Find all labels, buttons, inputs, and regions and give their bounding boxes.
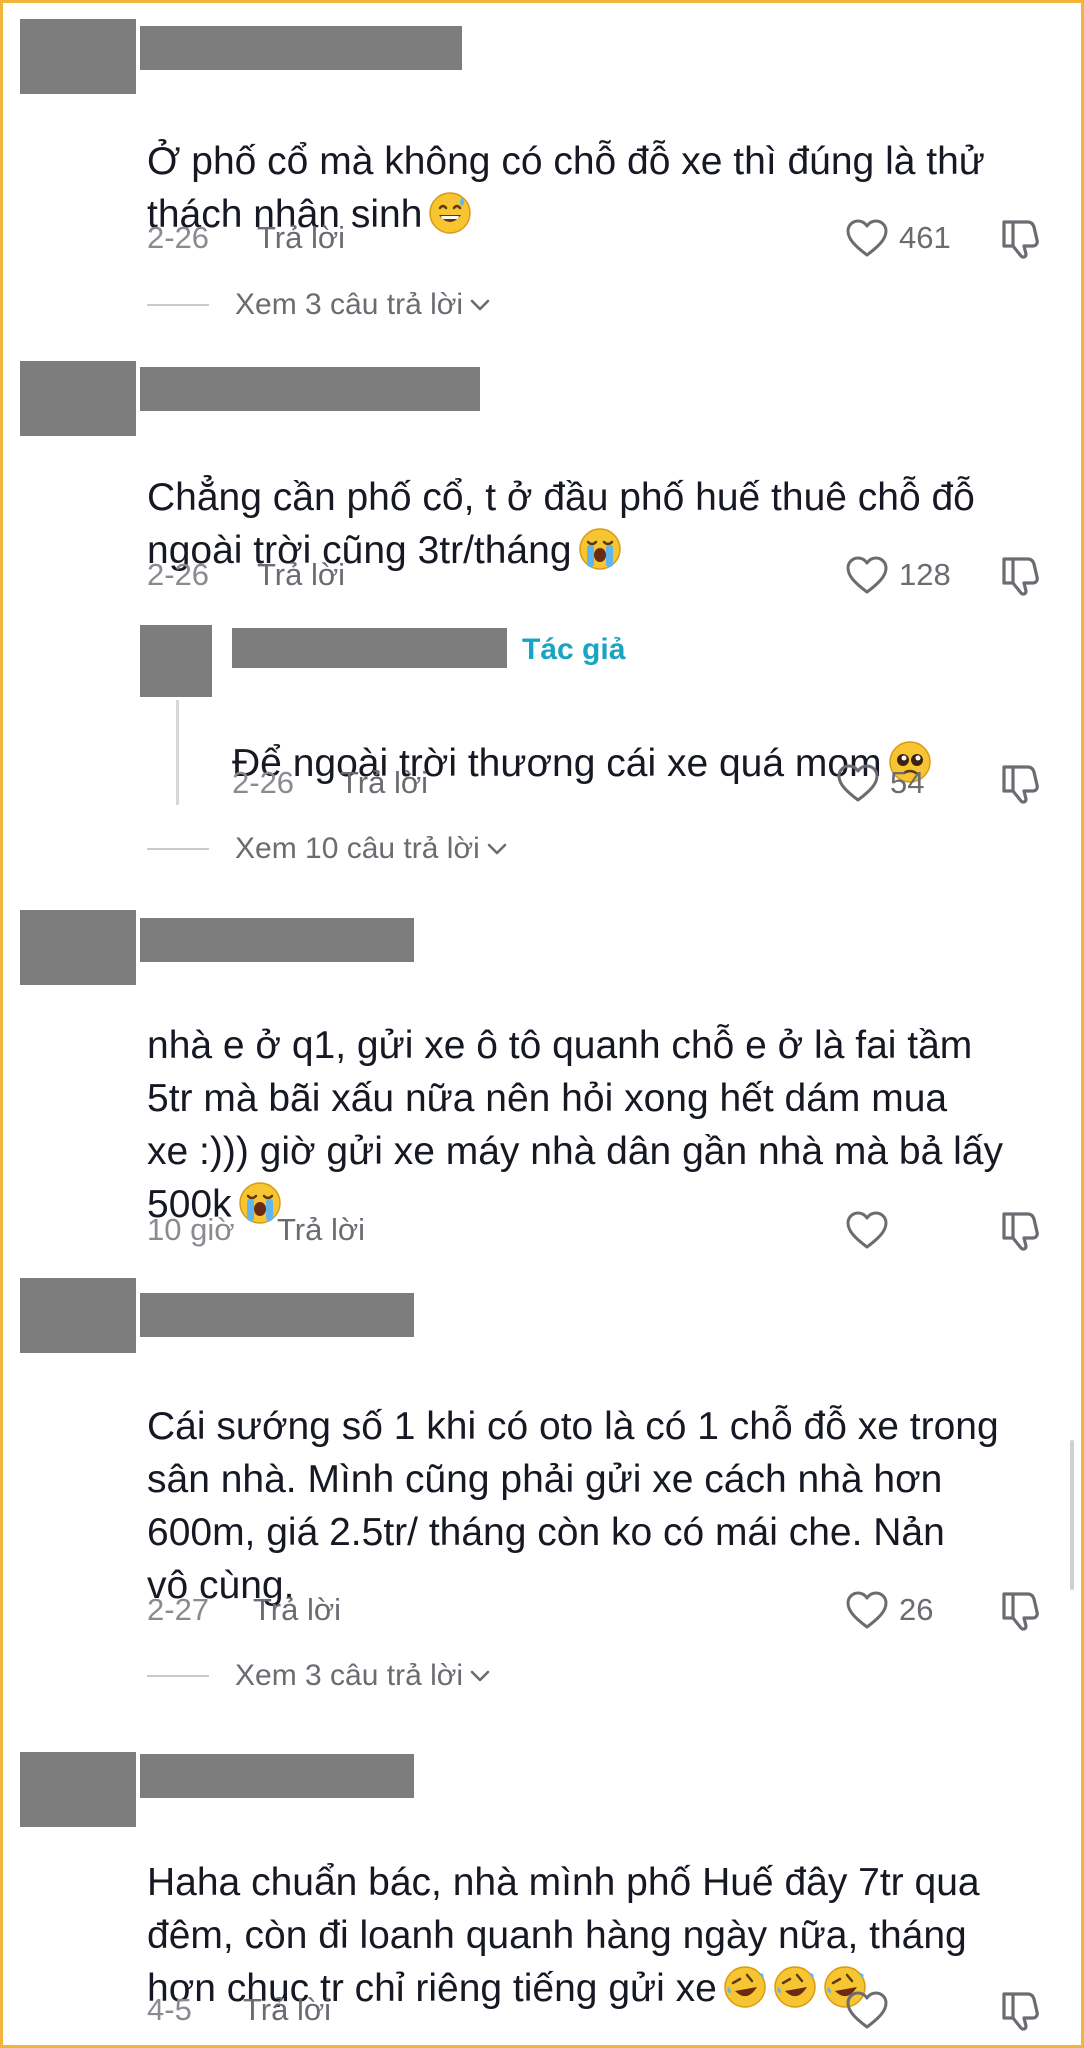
comment-date: 2-26: [147, 220, 210, 255]
thumbs-down-icon[interactable]: [998, 216, 1042, 260]
reply-avatar[interactable]: [140, 625, 212, 697]
avatar[interactable]: [20, 1752, 136, 1827]
reply-date: 2-26: [232, 765, 295, 800]
comment-date: 4-5: [147, 1992, 192, 2027]
username-redacted[interactable]: [140, 26, 462, 70]
chevron-down-icon: [469, 1669, 491, 1683]
comment-date: 2-26: [147, 557, 210, 592]
heart-outline-icon: [845, 218, 889, 258]
divider: [147, 1675, 209, 1677]
divider: [147, 304, 209, 306]
view-replies-label: Xem 10 câu trả lời: [235, 832, 480, 865]
comment-date: 2-27: [147, 1592, 210, 1627]
avatar[interactable]: [20, 19, 136, 94]
thumbs-down-icon[interactable]: [998, 1588, 1042, 1632]
like-count: 461: [899, 220, 951, 255]
view-replies-label: Xem 3 câu trả lời: [235, 1659, 464, 1692]
comment-date: 10 giờ: [147, 1212, 235, 1247]
heart-outline-icon: [845, 1990, 889, 2030]
heart-outline-icon: [845, 1210, 889, 1250]
comment-text: Chẳng cần phố cổ, t ở đầu phố huế thuê c…: [147, 476, 975, 572]
like-count: 54: [890, 765, 925, 800]
reply-button[interactable]: Trả lời: [257, 218, 345, 258]
like-count: 128: [899, 557, 951, 592]
like-count: 26: [899, 1592, 934, 1627]
like-button[interactable]: 54: [836, 763, 924, 803]
username-redacted[interactable]: [140, 918, 414, 962]
comment-text: nhà e ở q1, gửi xe ô tô quanh chỗ e ở là…: [147, 1024, 1003, 1226]
avatar[interactable]: [20, 910, 136, 985]
author-badge: Tác giả: [522, 633, 626, 666]
reply-button[interactable]: Trả lời: [340, 763, 428, 803]
heart-outline-icon: [845, 1590, 889, 1630]
view-replies-button[interactable]: Xem 10 câu trả lời: [147, 829, 508, 869]
divider: [147, 848, 209, 850]
reply-button[interactable]: Trả lời: [277, 1210, 365, 1250]
heart-outline-icon: [836, 763, 880, 803]
like-button[interactable]: 26: [845, 1590, 933, 1630]
like-button[interactable]: [845, 1210, 899, 1250]
thumbs-down-icon[interactable]: [998, 1208, 1042, 1252]
thread-line: [176, 700, 179, 805]
like-button[interactable]: 128: [845, 555, 951, 595]
reply-button[interactable]: Trả lời: [243, 1990, 331, 2030]
comment-text: Haha chuẩn bác, nhà mình phố Huế đây 7tr…: [147, 1861, 980, 2010]
thumbs-down-icon[interactable]: [998, 761, 1042, 805]
reply-button[interactable]: Trả lời: [257, 555, 345, 595]
avatar[interactable]: [20, 361, 136, 436]
username-redacted[interactable]: [140, 367, 480, 411]
username-redacted[interactable]: [232, 628, 507, 668]
reply-button[interactable]: Trả lời: [253, 1590, 341, 1630]
thumbs-down-icon[interactable]: [998, 553, 1042, 597]
heart-outline-icon: [845, 555, 889, 595]
view-replies-button[interactable]: Xem 3 câu trả lời: [147, 285, 491, 325]
like-button[interactable]: [845, 1990, 899, 2030]
scrollbar[interactable]: [1070, 1440, 1074, 1590]
chevron-down-icon: [469, 298, 491, 312]
view-replies-button[interactable]: Xem 3 câu trả lời: [147, 1656, 491, 1696]
avatar[interactable]: [20, 1278, 136, 1353]
view-replies-label: Xem 3 câu trả lời: [235, 288, 464, 321]
comment-text: Cái sướng số 1 khi có oto là có 1 chỗ đỗ…: [147, 1405, 999, 1607]
like-button[interactable]: 461: [845, 218, 951, 258]
thumbs-down-icon[interactable]: [998, 1988, 1042, 2032]
username-redacted[interactable]: [140, 1754, 414, 1798]
username-redacted[interactable]: [140, 1293, 414, 1337]
chevron-down-icon: [486, 842, 508, 856]
